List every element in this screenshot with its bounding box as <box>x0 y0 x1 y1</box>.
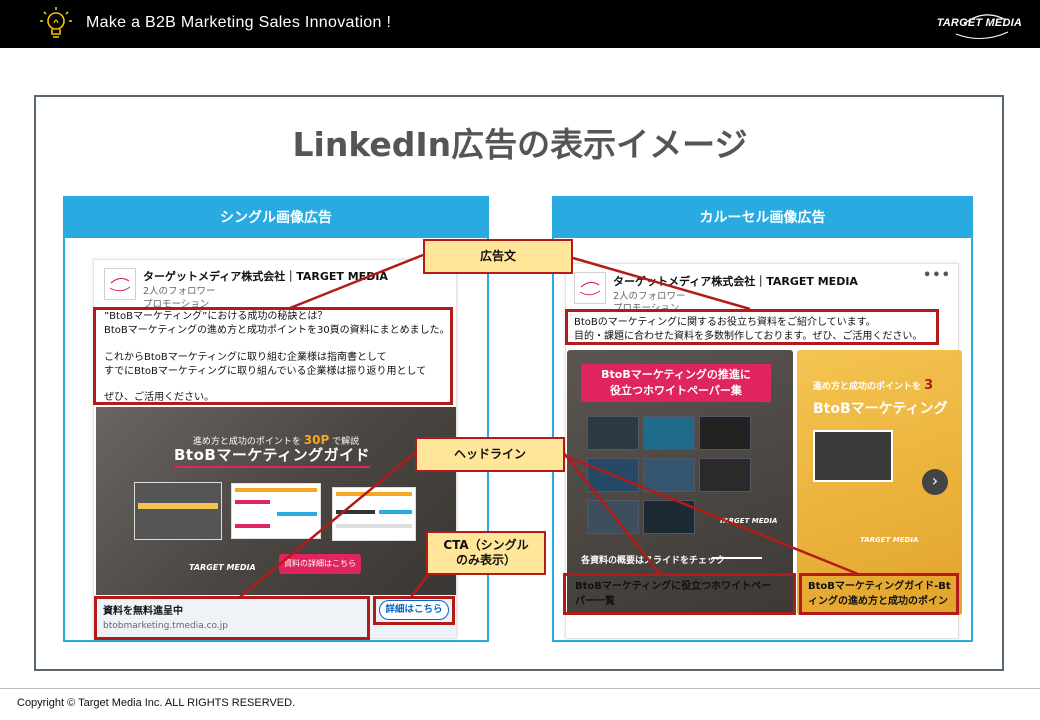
slide-2-sub-a: 進め方と成功のポイントを <box>813 382 922 392</box>
slide-2-sub-b: 3 <box>924 378 934 393</box>
slide-1-tile <box>643 500 695 534</box>
company-name[interactable]: ターゲットメディア株式会社｜TARGET MEDIA <box>143 268 388 284</box>
slide-1-tile <box>699 416 751 450</box>
slide-1-tile <box>699 458 751 492</box>
slide-1-footer: 各資料の概要はスライドをチェック <box>581 556 726 566</box>
carousel-company-name[interactable]: ターゲットメディア株式会社｜TARGET MEDIA <box>613 273 858 289</box>
slide-2-brand: TARGET MEDIA <box>860 536 919 544</box>
creative-thumb-2 <box>231 483 321 539</box>
single-panel-title: シングル画像広告 <box>65 198 487 238</box>
callout-cta-line-1: CTA（シングル <box>443 538 529 552</box>
slide-1-brand: TARGET MEDIA <box>719 517 778 525</box>
slide-1-tile <box>643 416 695 450</box>
header-logo-text: TARGET MEDIA <box>936 17 1022 29</box>
highlight-ad-text-carousel <box>565 309 939 345</box>
slide-1-tile <box>643 458 695 492</box>
highlight-headline-carousel-2 <box>799 573 959 615</box>
creative-headline: BtoBマーケティングガイド <box>174 444 371 468</box>
target-media-mark-icon <box>109 277 131 292</box>
slide-1-title-line-2: 役立つホワイトペーパー集 <box>610 384 742 397</box>
header-bar: Make a B2B Marketing Sales Innovation ! … <box>0 0 1040 48</box>
creative-thumb-1 <box>134 482 222 540</box>
slide-1-title: BtoBマーケティングの推進に 役立つホワイトペーパー集 <box>581 364 771 402</box>
highlight-cta <box>373 596 455 625</box>
creative-brand: TARGET MEDIA <box>189 563 256 572</box>
slide-2-mockup <box>813 430 893 482</box>
company-logo[interactable] <box>104 268 136 300</box>
page-title: LinkedIn広告の表示イメージ <box>292 125 748 164</box>
single-ad-creative-image[interactable]: 進め方と成功のポイントを 30P で解説 BtoBマーケティングガイド TARG… <box>96 407 456 595</box>
carousel-next-icon[interactable]: › <box>922 469 948 495</box>
slide-2-subheadline: 進め方と成功のポイントを 3 <box>813 378 933 393</box>
slide-1-tile <box>587 458 639 492</box>
carousel-company-logo[interactable] <box>574 272 606 304</box>
more-options-icon[interactable]: ••• <box>923 268 951 283</box>
creative-cta-pill: 資料の詳細はこちら <box>279 554 361 574</box>
follower-count: 2人のフォロワー <box>143 286 216 297</box>
slide-2-headline: BtoBマーケティング <box>813 401 948 417</box>
slide-1-tile <box>587 500 639 534</box>
highlight-headline-carousel-1 <box>563 573 796 615</box>
slide-1-tile <box>587 416 639 450</box>
highlight-ad-text-single <box>93 307 453 405</box>
callout-headline: ヘッドライン <box>415 437 565 472</box>
arrow-right-icon <box>712 557 762 559</box>
copyright-text: Copyright © Target Media Inc. ALL RIGHTS… <box>17 697 296 709</box>
creative-thumb-3 <box>332 487 416 541</box>
callout-cta: CTA（シングル のみ表示） <box>426 531 546 575</box>
target-media-mark-icon <box>579 281 601 296</box>
lightbulb-icon <box>40 7 72 38</box>
callout-ad-text: 広告文 <box>423 239 573 274</box>
slide: Make a B2B Marketing Sales Innovation ! … <box>0 0 1040 720</box>
header-tagline: Make a B2B Marketing Sales Innovation ! <box>86 14 392 31</box>
footer-divider <box>0 688 1040 689</box>
callout-cta-line-2: のみ表示） <box>455 553 516 567</box>
highlight-headline-single <box>94 596 370 640</box>
carousel-panel-title: カルーセル画像広告 <box>554 198 971 238</box>
slide-1-title-line-1: BtoBマーケティングの推進に <box>601 368 751 381</box>
